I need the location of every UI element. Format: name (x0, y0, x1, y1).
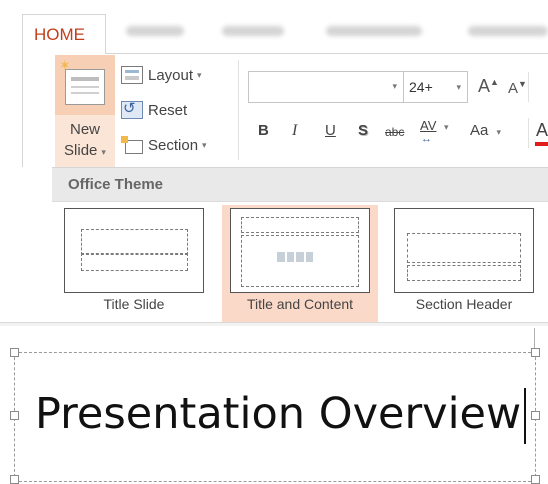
chevron-down-icon[interactable]: ▾ (392, 81, 397, 92)
text-shadow-button[interactable]: S (358, 122, 368, 139)
new-slide-button[interactable]: ✶ New Slide ▾ (55, 55, 115, 167)
resize-handle-top-left[interactable] (10, 348, 19, 357)
chevron-down-icon: ▾ (202, 139, 207, 150)
ribbon-left-edge (22, 53, 52, 167)
resize-handle-bottom-right[interactable] (531, 475, 540, 484)
rotation-guide (534, 328, 535, 348)
shrink-arrow-icon: ▼ (518, 79, 527, 89)
chevron-down-icon: ▾ (197, 69, 202, 80)
resize-handle-left[interactable] (10, 411, 19, 420)
layout-icon (121, 66, 143, 84)
tab-animations-blurred[interactable] (468, 26, 548, 36)
font-name-combobox[interactable]: ▾ (248, 71, 404, 103)
layout-button[interactable]: Layout ▾ (121, 63, 202, 87)
font-group-divider (528, 72, 529, 102)
font-color-button[interactable]: A (536, 120, 548, 141)
layout-label: Section Header (415, 296, 513, 312)
tab-insert-blurred[interactable] (126, 26, 184, 36)
new-slide-icon-area[interactable]: ✶ (55, 55, 115, 115)
layout-thumbnail (394, 208, 534, 293)
shrink-font-button[interactable]: A▼ (508, 79, 527, 97)
slide-area-divider (0, 322, 548, 326)
text-cursor (524, 388, 526, 444)
resize-handle-top-right[interactable] (531, 348, 540, 357)
font-group-divider-lower (528, 118, 529, 148)
section-icon (121, 136, 143, 154)
strikethrough-button[interactable]: abc (385, 125, 404, 139)
reset-icon (121, 99, 143, 119)
chevron-down-icon[interactable]: ▾ (456, 82, 461, 93)
bold-button[interactable]: B (258, 122, 269, 139)
new-slide-label[interactable]: New Slide ▾ (55, 119, 115, 163)
character-spacing-button[interactable]: AV ↔ ▾ (420, 118, 449, 145)
chevron-down-icon: ▾ (496, 127, 502, 137)
font-color-swatch (535, 142, 548, 146)
title-placeholder[interactable]: Presentation Overview (14, 352, 536, 482)
change-case-button[interactable]: Aa ▾ (470, 122, 501, 139)
layout-section-header[interactable]: Section Header (386, 205, 542, 322)
tab-home[interactable]: HOME (22, 14, 106, 54)
tab-transitions-blurred[interactable] (326, 26, 422, 36)
content-placeholder-icon (277, 252, 313, 264)
tab-design-blurred[interactable] (222, 26, 284, 36)
ribbon-tabs: HOME (22, 0, 548, 54)
layout-label: Title and Content (246, 296, 354, 312)
layout-title-slide[interactable]: Title Slide (56, 205, 212, 322)
sparkle-icon: ✶ (59, 57, 71, 73)
reset-button[interactable]: Reset (121, 98, 187, 122)
layout-thumbnail (230, 208, 370, 293)
grow-font-button[interactable]: A▲ (478, 76, 499, 97)
font-size-combobox[interactable]: 24+ ▾ (404, 71, 468, 103)
gallery-header: Office Theme (52, 168, 548, 202)
chevron-down-icon: ▾ (101, 147, 106, 157)
grow-arrow-icon: ▲ (490, 77, 499, 87)
slide-title-text[interactable]: Presentation Overview (35, 389, 521, 439)
chevron-down-icon: ▾ (444, 122, 449, 132)
section-button[interactable]: Section ▾ (121, 133, 207, 157)
layout-thumbnail (64, 208, 204, 293)
resize-handle-right[interactable] (531, 411, 540, 420)
double-arrow-icon: ↔ (421, 133, 432, 145)
layout-label: Title Slide (103, 296, 165, 312)
resize-handle-bottom-left[interactable] (10, 475, 19, 484)
italic-button[interactable]: I (292, 122, 297, 140)
layout-title-and-content[interactable]: Title and Content (222, 205, 378, 322)
underline-button[interactable]: U (325, 122, 336, 139)
new-slide-icon (65, 69, 105, 105)
group-separator (238, 60, 239, 160)
